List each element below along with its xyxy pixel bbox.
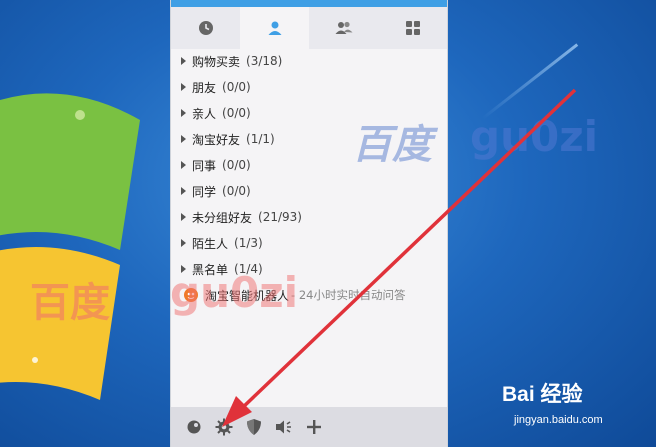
baidu-logo-text: Bai 经验 bbox=[502, 383, 583, 406]
expand-arrow-icon bbox=[181, 161, 186, 169]
group-count: (1/4) bbox=[234, 262, 263, 276]
group-item[interactable]: 淘宝好友 (1/1) bbox=[171, 126, 447, 152]
shield-icon bbox=[247, 419, 261, 435]
baidu-url: jingyan.baidu.com bbox=[514, 414, 603, 426]
group-name: 同事 bbox=[192, 158, 217, 173]
group-item[interactable]: 朋友 (0/0) bbox=[171, 74, 447, 100]
group-name: 黑名单 bbox=[192, 262, 229, 277]
group-item[interactable]: 同学 (0/0) bbox=[171, 178, 447, 204]
group-item[interactable]: 同事 (0/0) bbox=[171, 152, 447, 178]
volume-icon bbox=[276, 420, 291, 434]
group-item[interactable]: 未分组好友 (21/93) bbox=[171, 204, 447, 230]
baidu-jingyan-logo: Bai 经验 bbox=[502, 378, 588, 408]
group-item[interactable]: 黑名单 (1/4) bbox=[171, 256, 447, 282]
group-count: (0/0) bbox=[222, 80, 251, 94]
light-streak bbox=[481, 43, 579, 120]
security-button[interactable] bbox=[239, 412, 269, 442]
expand-arrow-icon bbox=[181, 83, 186, 91]
windows-logo bbox=[0, 93, 140, 400]
robot-contact-row[interactable]: 淘宝智能机器人 - 24小时实时自动问答 bbox=[171, 282, 447, 308]
group-icon bbox=[335, 21, 352, 34]
tab-groups[interactable] bbox=[309, 7, 378, 49]
group-count: (1/3) bbox=[234, 236, 263, 250]
chat-bubble-button[interactable] bbox=[179, 412, 209, 442]
group-name: 亲人 bbox=[192, 106, 217, 121]
tab-contacts[interactable] bbox=[240, 7, 309, 49]
group-name: 未分组好友 bbox=[192, 210, 253, 225]
group-name: 淘宝好友 bbox=[192, 132, 241, 147]
apps-icon bbox=[405, 21, 420, 35]
add-button[interactable] bbox=[299, 412, 329, 442]
expand-arrow-icon bbox=[181, 135, 186, 143]
gear-icon bbox=[215, 418, 233, 436]
expand-arrow-icon bbox=[181, 109, 186, 117]
chat-bubble-icon bbox=[187, 420, 201, 434]
group-item[interactable]: 亲人 (0/0) bbox=[171, 100, 447, 126]
tab-apps[interactable] bbox=[378, 7, 447, 49]
sound-button[interactable] bbox=[269, 412, 299, 442]
clock-icon bbox=[198, 21, 213, 35]
robot-description: - 24小时实时自动问答 bbox=[291, 288, 406, 302]
bottom-toolbar bbox=[171, 407, 447, 447]
group-name: 朋友 bbox=[192, 80, 217, 95]
contact-group-list: 购物买卖 (3/18) 朋友 (0/0) 亲人 (0/0) 淘宝好友 (1/1) 同事 (… bbox=[171, 48, 447, 308]
group-count: (0/0) bbox=[222, 106, 251, 120]
group-count: (0/0) bbox=[222, 158, 251, 172]
expand-arrow-icon bbox=[181, 187, 186, 195]
settings-button[interactable] bbox=[209, 412, 239, 442]
group-item[interactable]: 陌生人 (1/3) bbox=[171, 230, 447, 256]
group-count: (1/1) bbox=[246, 132, 275, 146]
group-name: 同学 bbox=[192, 184, 217, 199]
add-icon bbox=[307, 420, 321, 434]
panel-tabs bbox=[171, 7, 447, 49]
tab-recent[interactable] bbox=[171, 7, 240, 49]
expand-arrow-icon bbox=[181, 57, 186, 65]
group-name: 陌生人 bbox=[192, 236, 229, 251]
expand-arrow-icon bbox=[181, 265, 186, 273]
expand-arrow-icon bbox=[181, 213, 186, 221]
group-item[interactable]: 购物买卖 (3/18) bbox=[171, 48, 447, 74]
contact-icon bbox=[268, 21, 281, 35]
group-name: 购物买卖 bbox=[192, 54, 241, 69]
robot-name: 淘宝智能机器人 bbox=[205, 288, 290, 303]
panel-top-bar bbox=[171, 0, 447, 7]
contacts-panel: 购物买卖 (3/18) 朋友 (0/0) 亲人 (0/0) 淘宝好友 (1/1) 同事 (… bbox=[170, 0, 448, 447]
robot-avatar-icon bbox=[184, 288, 198, 302]
group-count: (0/0) bbox=[222, 184, 251, 198]
group-count: (21/93) bbox=[258, 210, 302, 224]
group-count: (3/18) bbox=[246, 54, 283, 68]
expand-arrow-icon bbox=[181, 239, 186, 247]
